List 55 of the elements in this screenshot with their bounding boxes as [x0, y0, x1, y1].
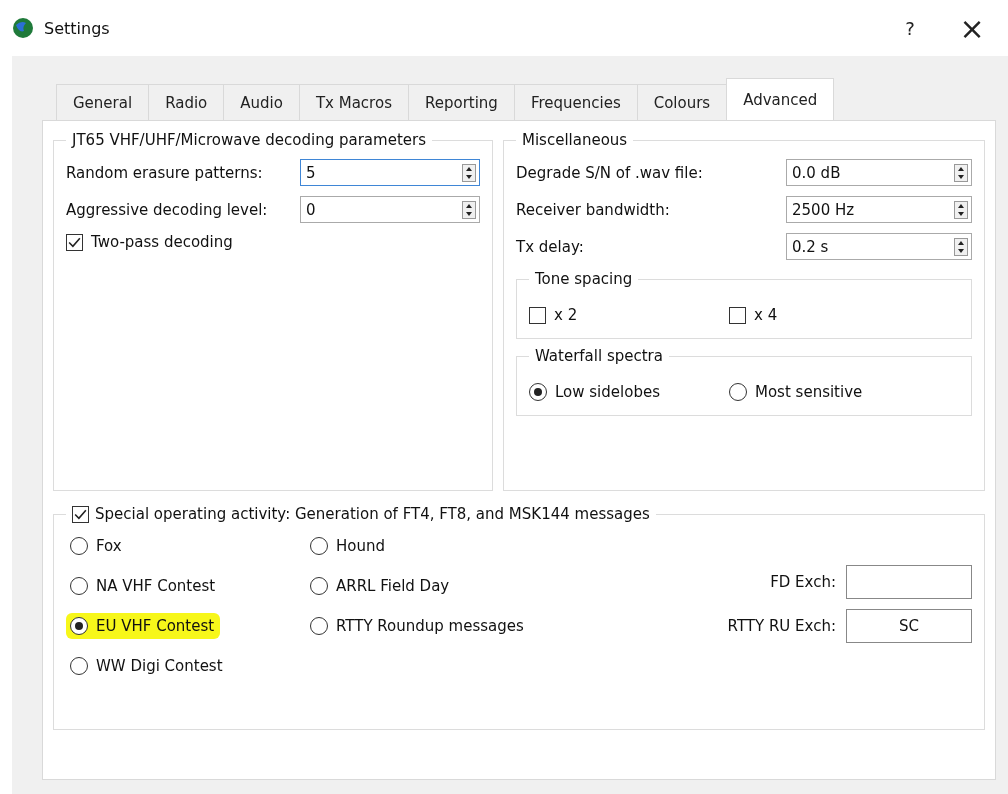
close-button[interactable]: ×: [946, 8, 998, 48]
checkbox-label: x 4: [754, 306, 778, 324]
spin-arrows-icon: [954, 163, 968, 182]
checkbox[interactable]: [729, 306, 746, 324]
field-label: RTTY RU Exch:: [727, 617, 836, 635]
radio-button[interactable]: [310, 577, 328, 595]
input-field[interactable]: [846, 565, 972, 599]
radio-button[interactable]: [529, 383, 547, 401]
group-title: Waterfall spectra: [534, 347, 664, 365]
radio-label: EU VHF Contest: [96, 617, 215, 635]
group-title: JT65 VHF/UHF/Microwave decoding parameters: [70, 131, 427, 149]
radio-button[interactable]: [310, 617, 328, 635]
radio-label: NA VHF Contest: [96, 577, 216, 595]
group-title: Special operating activity: Generation of FT4, FT8, and MSK144 messages: [95, 505, 650, 523]
spin-box[interactable]: 0: [300, 196, 480, 223]
field-label: Degrade S/N of .wav file:: [516, 163, 703, 182]
checkbox[interactable]: [72, 505, 89, 523]
group-title: Miscellaneous: [521, 131, 629, 149]
radio-button[interactable]: [70, 537, 88, 555]
spin-box[interactable]: 0.2 s: [786, 233, 972, 260]
radio-label: Hound: [336, 537, 385, 555]
tab[interactable]: Advanced: [726, 78, 835, 120]
radio-label: Fox: [96, 537, 122, 555]
radio-button[interactable]: [310, 537, 328, 555]
radio-button[interactable]: [729, 383, 747, 401]
radio-button[interactable]: [70, 657, 88, 675]
radio-button[interactable]: [70, 617, 88, 635]
group-title: Tone spacing: [534, 270, 634, 288]
spin-box[interactable]: 5: [300, 159, 480, 186]
field-label: Random erasure patterns:: [66, 163, 263, 182]
tab[interactable]: General: [56, 84, 150, 120]
spin-arrows-icon: [462, 163, 476, 182]
field-label: Receiver bandwidth:: [516, 200, 670, 219]
checkbox[interactable]: [529, 306, 546, 324]
checkbox[interactable]: [66, 233, 83, 251]
field-label: Aggressive decoding level:: [66, 200, 268, 219]
checkbox-label: Two-pass decoding: [91, 233, 233, 251]
radio-label: Low sidelobes: [555, 383, 660, 401]
field-label: FD Exch:: [770, 573, 836, 591]
radio-label: WW Digi Contest: [96, 657, 223, 675]
spin-arrows-icon: [462, 200, 476, 219]
field-label: Tx delay:: [516, 237, 584, 256]
radio-label: Most sensitive: [755, 383, 863, 401]
help-button[interactable]: ?: [884, 8, 936, 48]
radio-button[interactable]: [70, 577, 88, 595]
spin-box[interactable]: 0.0 dB: [786, 159, 972, 186]
radio-label: RTTY Roundup messages: [336, 617, 524, 635]
spin-arrows-icon: [954, 237, 968, 256]
radio-label: ARRL Field Day: [336, 577, 450, 595]
checkbox-label: x 2: [554, 306, 578, 324]
spin-arrows-icon: [954, 200, 968, 219]
window-title: Settings: [44, 18, 110, 38]
app-globe-icon: [12, 17, 34, 39]
spin-box[interactable]: 2500 Hz: [786, 196, 972, 223]
input-field[interactable]: SC: [846, 609, 972, 643]
